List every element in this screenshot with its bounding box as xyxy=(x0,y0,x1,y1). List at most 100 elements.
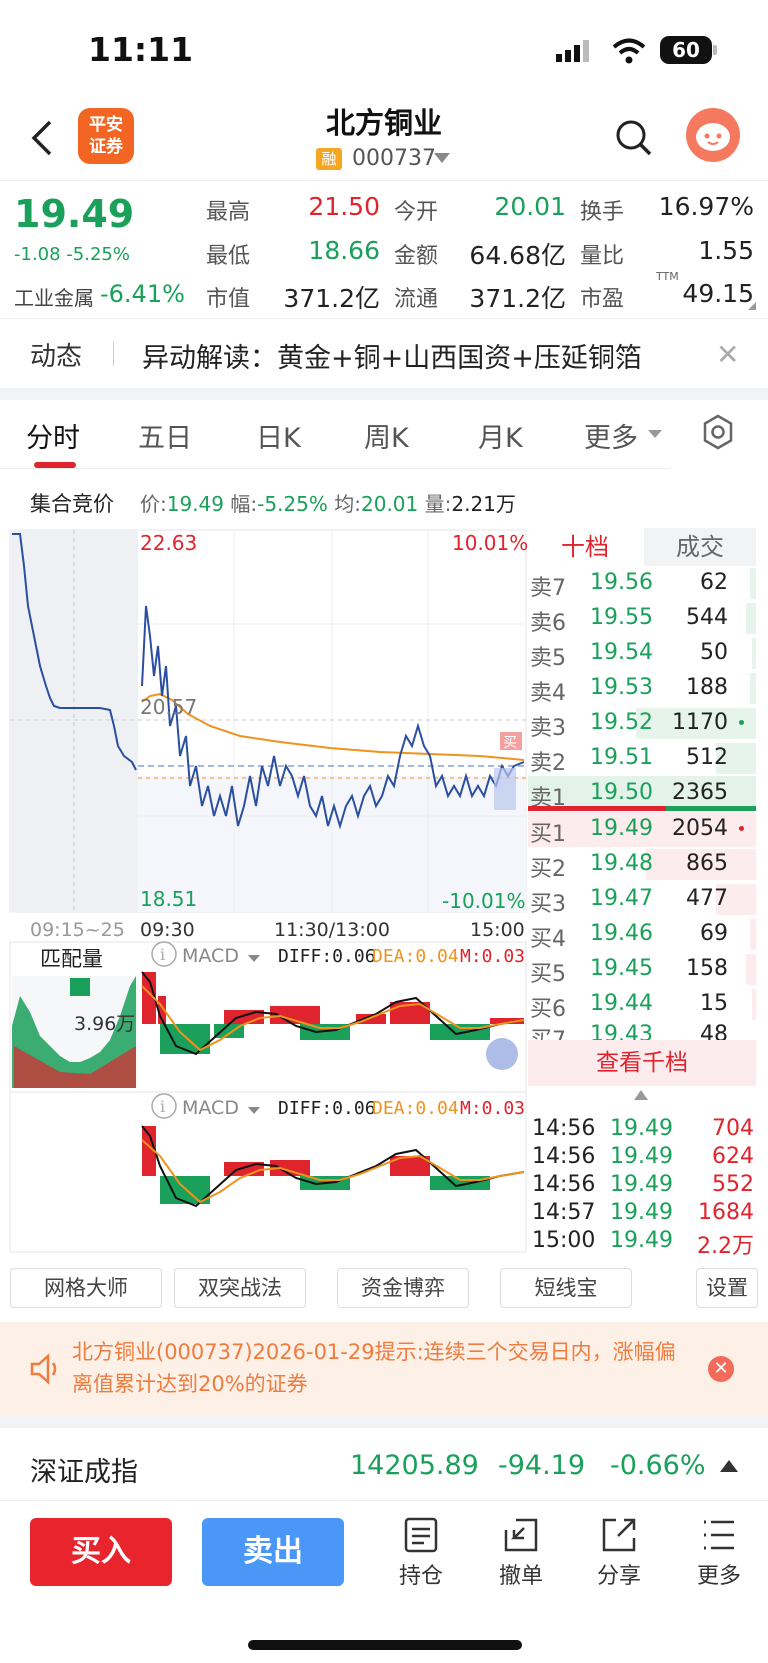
chevron-down-icon[interactable] xyxy=(648,430,662,438)
fund-game-button[interactable]: 资金博弈 xyxy=(337,1268,469,1308)
divider xyxy=(0,180,768,181)
bid-volume: 158 xyxy=(686,956,728,981)
industry-label[interactable]: 工业金属 xyxy=(14,282,94,311)
bid-row[interactable]: 买7 19.43 48 xyxy=(528,1018,756,1040)
auction-info: 价:19.49 幅:-5.25% 均:20.01 量:2.21万 xyxy=(140,488,516,517)
bid-price: 19.49 xyxy=(590,816,653,841)
bid-label: 买7 xyxy=(530,1022,566,1040)
ask-price: 19.53 xyxy=(590,675,653,700)
section-gap xyxy=(0,388,768,400)
tick-time: 14:56 xyxy=(532,1144,596,1169)
bid-row[interactable]: 买2 19.48 865 xyxy=(528,847,756,882)
nav-more[interactable]: 更多 xyxy=(684,1510,754,1600)
ask-row[interactable]: 卖7 19.56 62 xyxy=(528,566,756,601)
tab-trades[interactable]: 成交 xyxy=(644,528,756,566)
stock-code[interactable]: 000737 xyxy=(352,146,436,171)
bid-row[interactable]: 买5 19.45 158 xyxy=(528,952,756,987)
macd-label[interactable]: MACD xyxy=(182,945,239,967)
tab-intraday[interactable]: 分时 xyxy=(26,416,80,455)
index-percent[interactable]: -0.66% xyxy=(610,1450,706,1481)
nav-cancel-order[interactable]: 撤单 xyxy=(486,1510,556,1600)
bid-row[interactable]: 买1 19.49 2054 xyxy=(528,812,756,847)
bid-price: 19.45 xyxy=(590,956,653,981)
bid-row[interactable]: 买3 19.47 477 xyxy=(528,882,756,917)
expand-corner-icon[interactable] xyxy=(748,302,756,310)
holdings-icon xyxy=(404,1517,438,1553)
nav-share[interactable]: 分享 xyxy=(584,1510,654,1600)
bid-dot xyxy=(739,826,744,831)
bid-row[interactable]: 买6 19.44 15 xyxy=(528,987,756,1022)
x-tick: 09:30 xyxy=(140,919,195,941)
ask-row[interactable]: 卖2 19.51 512 xyxy=(528,741,756,776)
y-mid-label: 20.57 xyxy=(140,695,197,719)
collapse-icon[interactable] xyxy=(486,1038,518,1070)
buy-marker[interactable]: 买 xyxy=(503,735,517,751)
search-icon[interactable] xyxy=(614,118,654,158)
news-tag[interactable]: 动态 xyxy=(30,336,82,373)
macd-diff: DIFF:0.06 xyxy=(278,946,376,967)
index-change[interactable]: -94.19 xyxy=(498,1450,585,1481)
intraday-chart[interactable]: 买 22.63 20.57 18.51 10.01% -10.01% 09:15… xyxy=(0,526,528,1256)
grid-master-button[interactable]: 网格大师 xyxy=(10,1268,162,1308)
chevron-down-icon[interactable] xyxy=(434,153,450,163)
trade-tick-row: 15:00 19.49 2.2万 xyxy=(532,1228,754,1259)
tick-volume: 704 xyxy=(712,1116,754,1141)
ask-row[interactable]: 卖6 19.55 544 xyxy=(528,601,756,636)
industry-change[interactable]: -6.41% xyxy=(100,280,185,308)
chevron-up-icon[interactable] xyxy=(634,1090,648,1100)
news-headline[interactable]: 异动解读：黄金+铜+山西国资+压延铜箔 xyxy=(142,336,642,375)
tab-five-day[interactable]: 五日 xyxy=(138,416,192,455)
ask-row[interactable]: 卖4 19.53 188 xyxy=(528,671,756,706)
short-term-button[interactable]: 短线宝 xyxy=(500,1268,632,1308)
chevron-down-icon[interactable] xyxy=(248,955,260,962)
macd-label[interactable]: MACD xyxy=(182,1097,239,1119)
gear-icon[interactable] xyxy=(700,414,736,450)
more-icon xyxy=(704,1520,734,1550)
info-avg: 20.01 xyxy=(361,492,419,516)
avatar[interactable] xyxy=(686,108,740,162)
nav-holdings[interactable]: 持仓 xyxy=(386,1510,456,1600)
info-price: 19.49 xyxy=(166,492,225,516)
chevron-down-icon[interactable] xyxy=(248,1107,260,1114)
notice-text[interactable]: 北方铜业(000737)2026-01-29提示:连续三个交易日内，涨幅偏离值累… xyxy=(72,1336,692,1400)
quote-label: 换手 xyxy=(580,200,625,225)
quote-value: 20.01 xyxy=(494,192,566,221)
tab-more[interactable]: 更多 xyxy=(584,416,638,455)
index-value[interactable]: 14205.89 xyxy=(350,1450,479,1481)
pct-low-label: -10.01% xyxy=(442,889,525,913)
dual-breakout-button[interactable]: 双突战法 xyxy=(174,1268,306,1308)
home-indicator[interactable] xyxy=(248,1640,522,1650)
view-thousand-depth-button[interactable]: 查看千档 xyxy=(528,1040,756,1086)
close-icon[interactable]: ✕ xyxy=(716,338,739,371)
ask-row[interactable]: 卖3 19.52 1170 xyxy=(528,706,756,741)
close-icon[interactable]: ✕ xyxy=(708,1356,734,1382)
sell-button[interactable]: 卖出 xyxy=(202,1518,344,1586)
ask-price: 19.52 xyxy=(590,710,653,735)
tab-order-book[interactable]: 十档 xyxy=(528,528,642,566)
position-highlight xyxy=(494,768,516,810)
auction-volume-value: 3.96万 xyxy=(74,1013,135,1035)
bid-price: 19.44 xyxy=(590,991,653,1016)
trade-tick-row: 14:57 19.49 1684 xyxy=(532,1200,754,1228)
buy-button[interactable]: 买入 xyxy=(30,1518,172,1586)
ask-volume: 544 xyxy=(686,605,728,630)
bid-volume: 48 xyxy=(700,1022,728,1040)
tick-volume: 552 xyxy=(712,1172,754,1197)
trade-tick-row: 14:56 19.49 704 xyxy=(532,1116,754,1144)
tools-settings-button[interactable]: 设置 xyxy=(696,1268,758,1308)
ask-price: 19.54 xyxy=(590,640,653,665)
bid-row[interactable]: 买4 19.46 69 xyxy=(528,917,756,952)
chevron-up-icon[interactable] xyxy=(720,1460,738,1472)
tab-weekly-k[interactable]: 周K xyxy=(364,416,409,455)
tick-time: 14:56 xyxy=(532,1116,596,1141)
quote-label: 金额 xyxy=(394,244,439,269)
tab-monthly-k[interactable]: 月K xyxy=(478,416,523,455)
bid-split-bar xyxy=(528,806,666,811)
tick-time: 15:00 xyxy=(532,1228,596,1253)
ask-row[interactable]: 卖5 19.54 50 xyxy=(528,636,756,671)
tab-daily-k[interactable]: 日K xyxy=(256,416,301,455)
status-bar: 11:11 60 xyxy=(0,0,768,100)
bid-label: 买1 xyxy=(530,822,566,847)
index-name[interactable]: 深证成指 xyxy=(30,1450,138,1489)
tick-price: 19.49 xyxy=(610,1144,673,1169)
